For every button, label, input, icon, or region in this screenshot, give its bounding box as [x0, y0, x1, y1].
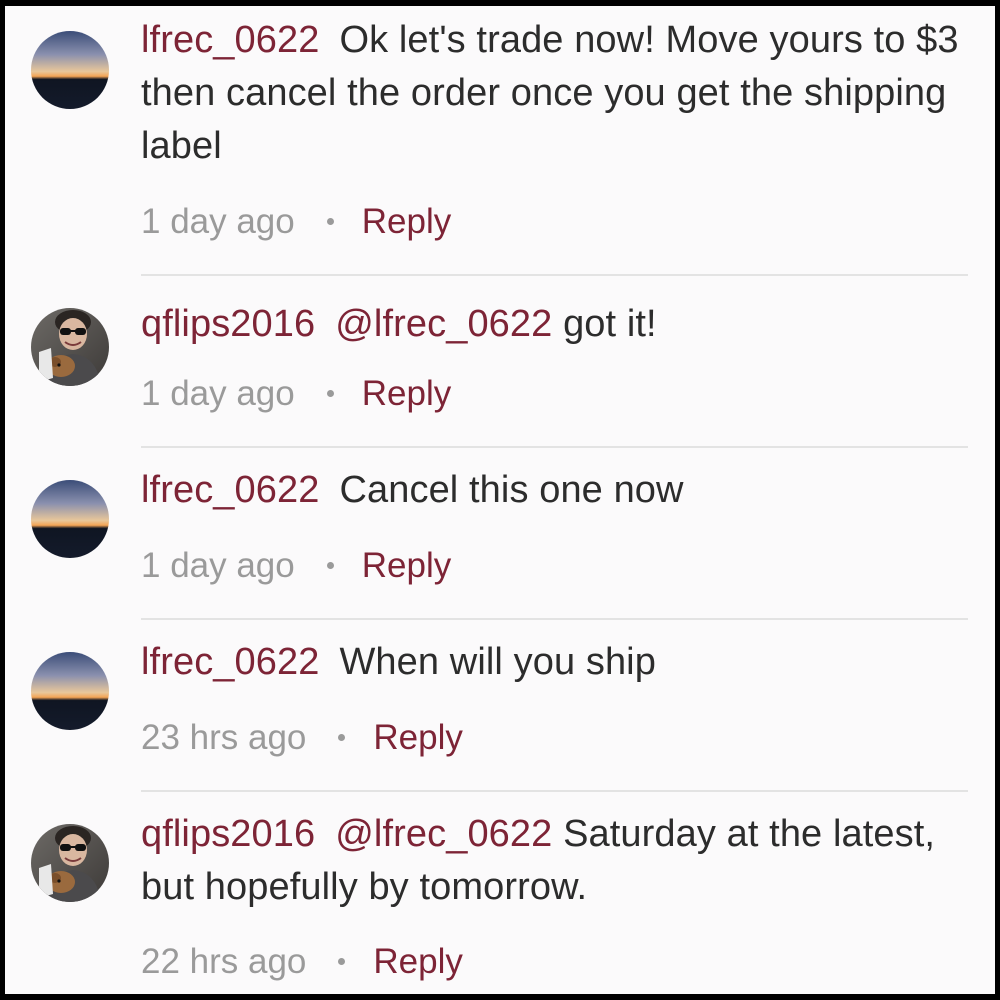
reply-button[interactable]: Reply: [373, 942, 462, 981]
sunset-avatar[interactable]: [31, 652, 109, 730]
separator-dot: [326, 218, 334, 226]
separator-dot: [338, 958, 346, 966]
comment-username[interactable]: lfrec_0622: [141, 19, 319, 61]
comment-meta: 23 hrs ago Reply: [141, 716, 463, 760]
reply-button[interactable]: Reply: [373, 718, 462, 757]
comment-username[interactable]: qflips2016: [141, 813, 315, 855]
comment-body: qflips2016 @lfrec_0622 Saturday at the la…: [141, 808, 971, 914]
divider: [141, 274, 968, 276]
comment-body: qflips2016 @lfrec_0622 got it!: [141, 298, 971, 351]
divider: [141, 790, 968, 792]
comment-timestamp: 1 day ago: [141, 546, 295, 585]
person-with-dog-avatar[interactable]: [31, 308, 109, 386]
person-with-dog-avatar[interactable]: [31, 824, 109, 902]
comment-meta: 1 day ago Reply: [141, 372, 451, 416]
sunset-avatar[interactable]: [31, 480, 109, 558]
reply-button[interactable]: Reply: [362, 374, 451, 413]
divider: [141, 446, 968, 448]
comment-username[interactable]: lfrec_0622: [141, 641, 319, 683]
comment-timestamp: 1 day ago: [141, 202, 295, 241]
separator-dot: [326, 390, 334, 398]
separator-dot: [326, 562, 334, 570]
comments-panel: lfrec_0622 Ok let's trade now! Move yours…: [5, 6, 995, 994]
comment-body: lfrec_0622 Ok let's trade now! Move yours…: [141, 14, 971, 173]
reply-button[interactable]: Reply: [362, 202, 451, 241]
comment-timestamp: 23 hrs ago: [141, 718, 307, 757]
comment-mention[interactable]: @lfrec_0622: [335, 303, 552, 345]
comment-text: got it!: [563, 303, 657, 345]
comment-mention[interactable]: @lfrec_0622: [335, 813, 552, 855]
comment-text: When will you ship: [339, 641, 656, 683]
separator-dot: [338, 734, 346, 742]
comment-meta: 22 hrs ago Reply: [141, 940, 463, 984]
comment-meta: 1 day ago Reply: [141, 544, 451, 588]
divider: [141, 618, 968, 620]
sunset-avatar[interactable]: [31, 31, 109, 109]
comment-username[interactable]: lfrec_0622: [141, 469, 319, 511]
reply-button[interactable]: Reply: [362, 546, 451, 585]
comment-timestamp: 22 hrs ago: [141, 942, 307, 981]
comment-timestamp: 1 day ago: [141, 374, 295, 413]
comment-body: lfrec_0622 Cancel this one now: [141, 464, 971, 517]
comment-username[interactable]: qflips2016: [141, 303, 315, 345]
comment-body: lfrec_0622 When will you ship: [141, 636, 971, 689]
comment-text: Cancel this one now: [339, 469, 684, 511]
comment-meta: 1 day ago Reply: [141, 200, 451, 244]
